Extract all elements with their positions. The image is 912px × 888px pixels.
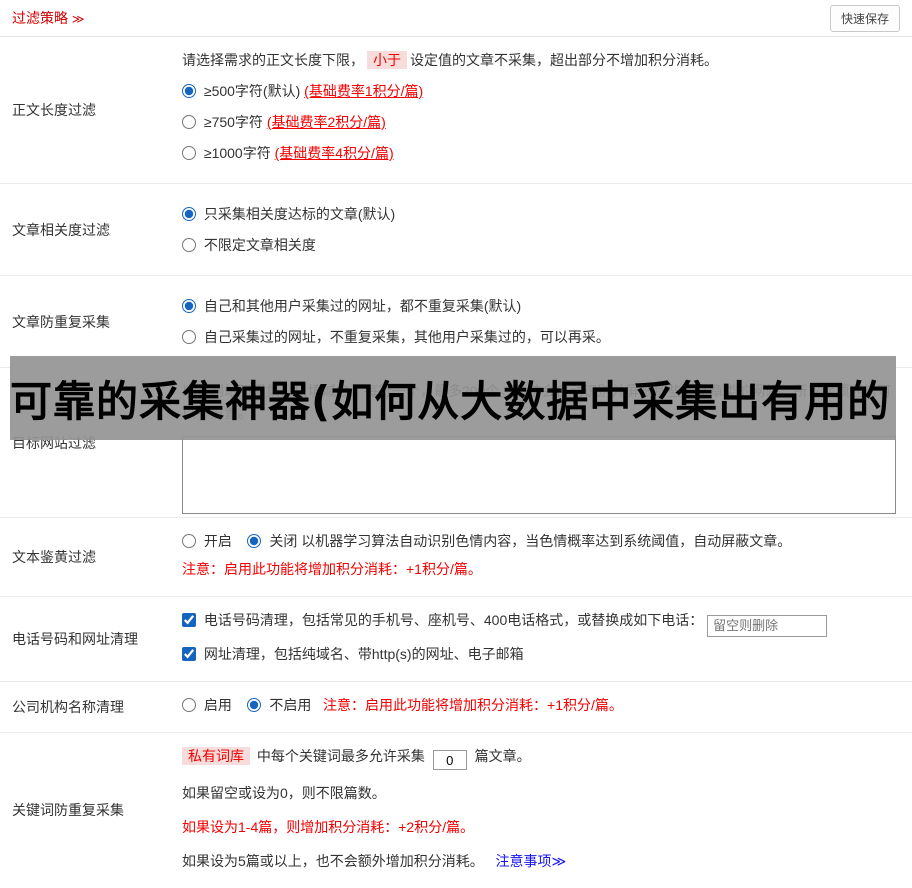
porn-filter-warning: 注意：启用此功能将增加积分消耗：+1积分/篇。 (182, 558, 896, 580)
keyword-dedup-line4-text: 如果设为5篇或以上，也不会额外增加积分消耗。 (182, 853, 484, 869)
company-clean-off-radio[interactable] (247, 698, 261, 712)
company-clean-warning: 注意：启用此功能将增加积分消耗：+1积分/篇。 (323, 697, 623, 713)
phone-clean-label: 电话号码清理，包括常见的手机号、座机号、400电话格式，或替换成如下电话： (204, 612, 703, 628)
length-option-500-radio[interactable] (182, 84, 196, 98)
row-label: 电话号码和网址清理 (0, 597, 172, 681)
row-label: 文本鉴黄过滤 (0, 518, 172, 596)
row-label: 关键词防重复采集 (0, 733, 172, 888)
intro-highlight: 小于 (367, 51, 407, 69)
url-clean-checkbox[interactable] (182, 647, 196, 661)
porn-filter-off-radio[interactable] (247, 534, 261, 548)
length-option-1000: ≥1000字符 (基础费率4积分/篇) (182, 142, 896, 164)
porn-filter-desc: 以机器学习算法自动识别色情内容，当色情概率达到系统阈值，自动屏蔽文章。 (301, 533, 791, 549)
relevance-option-strict: 只采集相关度达标的文章(默认) (182, 203, 896, 225)
porn-filter-on-label: 开启 (204, 533, 232, 549)
row-label: 文章防重复采集 (0, 276, 172, 367)
url-clean-line: 网址清理，包括纯域名、带http(s)的网址、电子邮箱 (182, 643, 896, 665)
intro-post: 设定值的文章不采集，超出部分不增加积分消耗。 (410, 52, 718, 68)
porn-filter-options: 开启 关闭 以机器学习算法自动识别色情内容，当色情概率达到系统阈值，自动屏蔽文章… (182, 530, 896, 552)
filter-strategy-page: 过滤策略 ≫ 快速保存 正文长度过滤 请选择需求的正文长度下限，小于设定值的文章… (0, 0, 912, 768)
row-content: 只采集相关度达标的文章(默认) 不限定文章相关度 (172, 184, 912, 275)
length-option-1000-radio[interactable] (182, 146, 196, 160)
phone-clean-line: 电话号码清理，包括常见的手机号、座机号、400电话格式，或替换成如下电话： (182, 609, 896, 637)
relevance-option-strict-radio[interactable] (182, 207, 196, 221)
length-option-750-note: (基础费率2积分/篇) (267, 114, 386, 130)
row-content: 请选择需求的正文长度下限，小于设定值的文章不采集，超出部分不增加积分消耗。 ≥5… (172, 37, 912, 183)
length-option-500-label: ≥500字符(默认) (204, 83, 304, 99)
company-clean-off-label: 不启用 (269, 697, 311, 713)
private-lexicon-highlight: 私有词库 (182, 747, 250, 765)
relevance-option-any-radio[interactable] (182, 238, 196, 252)
page-title[interactable]: 过滤策略 ≫ (12, 8, 84, 28)
length-option-500: ≥500字符(默认) (基础费率1积分/篇) (182, 80, 896, 102)
dedup-option-global: 自己和其他用户采集过的网址，都不重复采集(默认) (182, 295, 896, 317)
length-option-750-label: ≥750字符 (204, 114, 267, 130)
blocked-sites-textarea[interactable] (182, 436, 896, 514)
relevance-option-any-label: 不限定文章相关度 (204, 237, 316, 253)
keyword-dedup-line3: 如果设为1-4篇，则增加积分消耗：+2积分/篇。 (182, 816, 896, 838)
company-clean-options: 启用 不启用 注意：启用此功能将增加积分消耗：+1积分/篇。 (182, 694, 896, 716)
keyword-dedup-line1-mid: 中每个关键词最多允许采集 (257, 748, 425, 764)
quick-save-button[interactable]: 快速保存 (830, 5, 900, 32)
dedup-option-self-label: 自己采集过的网址，不重复采集，其他用户采集过的，可以再采。 (204, 329, 610, 345)
keyword-dedup-line1: 私有词库 中每个关键词最多允许采集 篇文章。 (182, 745, 896, 771)
row-content: 启用 不启用 注意：启用此功能将增加积分消耗：+1积分/篇。 (172, 682, 912, 732)
row-content: 开启 关闭 以机器学习算法自动识别色情内容，当色情概率达到系统阈值，自动屏蔽文章… (172, 518, 912, 596)
keyword-dedup-line1-post: 篇文章。 (475, 748, 531, 764)
dedup-option-global-label: 自己和其他用户采集过的网址，都不重复采集(默认) (204, 298, 521, 314)
keyword-count-input[interactable] (433, 750, 467, 770)
row-label: 公司机构名称清理 (0, 682, 172, 732)
row-content: 自己和其他用户采集过的网址，都不重复采集(默认) 自己采集过的网址，不重复采集，… (172, 276, 912, 367)
url-clean-label: 网址清理，包括纯域名、带http(s)的网址、电子邮箱 (204, 646, 524, 662)
length-option-500-note: (基础费率1积分/篇) (304, 83, 423, 99)
dedup-option-self-radio[interactable] (182, 330, 196, 344)
dedup-option-self: 自己采集过的网址，不重复采集，其他用户采集过的，可以再采。 (182, 326, 896, 348)
row-label: 正文长度过滤 (0, 37, 172, 183)
row-company-clean: 公司机构名称清理 启用 不启用 注意：启用此功能将增加积分消耗：+1积分/篇。 (0, 682, 912, 733)
row-content: 以下网站不采集，只填域名，每行一个，最多200个。系统会自动识别并屏蔽那些非文章… (172, 368, 912, 517)
length-option-1000-note: (基础费率4积分/篇) (275, 145, 394, 161)
row-content: 电话号码清理，包括常见的手机号、座机号、400电话格式，或替换成如下电话： 网址… (172, 597, 912, 681)
keyword-dedup-line4: 如果设为5篇或以上，也不会额外增加积分消耗。 注意事项≫ (182, 850, 896, 872)
company-clean-on-radio[interactable] (182, 698, 196, 712)
row-content: 私有词库 中每个关键词最多允许采集 篇文章。 如果留空或设为0，则不限篇数。 如… (172, 733, 912, 888)
dedup-option-global-radio[interactable] (182, 299, 196, 313)
porn-filter-off-label: 关闭 (269, 533, 297, 549)
length-option-750: ≥750字符 (基础费率2积分/篇) (182, 111, 896, 133)
row-phone-url-clean: 电话号码和网址清理 电话号码清理，包括常见的手机号、座机号、400电话格式，或替… (0, 597, 912, 682)
row-site-filter: 目标网站过滤 以下网站不采集，只填域名，每行一个，最多200个。系统会自动识别并… (0, 368, 912, 518)
intro-pre: 请选择需求的正文长度下限， (182, 52, 364, 68)
collapse-chevron-icon: ≫ (72, 12, 85, 26)
page-title-text: 过滤策略 (12, 10, 68, 26)
length-option-750-radio[interactable] (182, 115, 196, 129)
phone-replace-input[interactable] (707, 615, 827, 637)
row-label: 目标网站过滤 (0, 368, 172, 517)
row-relevance-filter: 文章相关度过滤 只采集相关度达标的文章(默认) 不限定文章相关度 (0, 184, 912, 276)
row-porn-filter: 文本鉴黄过滤 开启 关闭 以机器学习算法自动识别色情内容，当色情概率达到系统阈值… (0, 518, 912, 597)
row-dedup-filter: 文章防重复采集 自己和其他用户采集过的网址，都不重复采集(默认) 自己采集过的网… (0, 276, 912, 368)
relevance-option-any: 不限定文章相关度 (182, 234, 896, 256)
company-clean-on-label: 启用 (204, 697, 232, 713)
porn-filter-on-radio[interactable] (182, 534, 196, 548)
row-keyword-dedup: 关键词防重复采集 私有词库 中每个关键词最多允许采集 篇文章。 如果留空或设为0… (0, 733, 912, 888)
row-label: 文章相关度过滤 (0, 184, 172, 275)
length-filter-intro: 请选择需求的正文长度下限，小于设定值的文章不采集，超出部分不增加积分消耗。 (182, 49, 896, 71)
top-bar: 过滤策略 ≫ 快速保存 (0, 0, 912, 37)
row-length-filter: 正文长度过滤 请选择需求的正文长度下限，小于设定值的文章不采集，超出部分不增加积… (0, 37, 912, 184)
length-option-1000-label: ≥1000字符 (204, 145, 275, 161)
phone-clean-checkbox[interactable] (182, 613, 196, 627)
relevance-option-strict-label: 只采集相关度达标的文章(默认) (204, 206, 395, 222)
keyword-dedup-line2: 如果留空或设为0，则不限篇数。 (182, 782, 896, 804)
notes-link[interactable]: 注意事项≫ (495, 853, 566, 869)
site-filter-intro: 以下网站不采集，只填域名，每行一个，最多200个。系统会自动识别并屏蔽那些非文章… (182, 380, 896, 424)
